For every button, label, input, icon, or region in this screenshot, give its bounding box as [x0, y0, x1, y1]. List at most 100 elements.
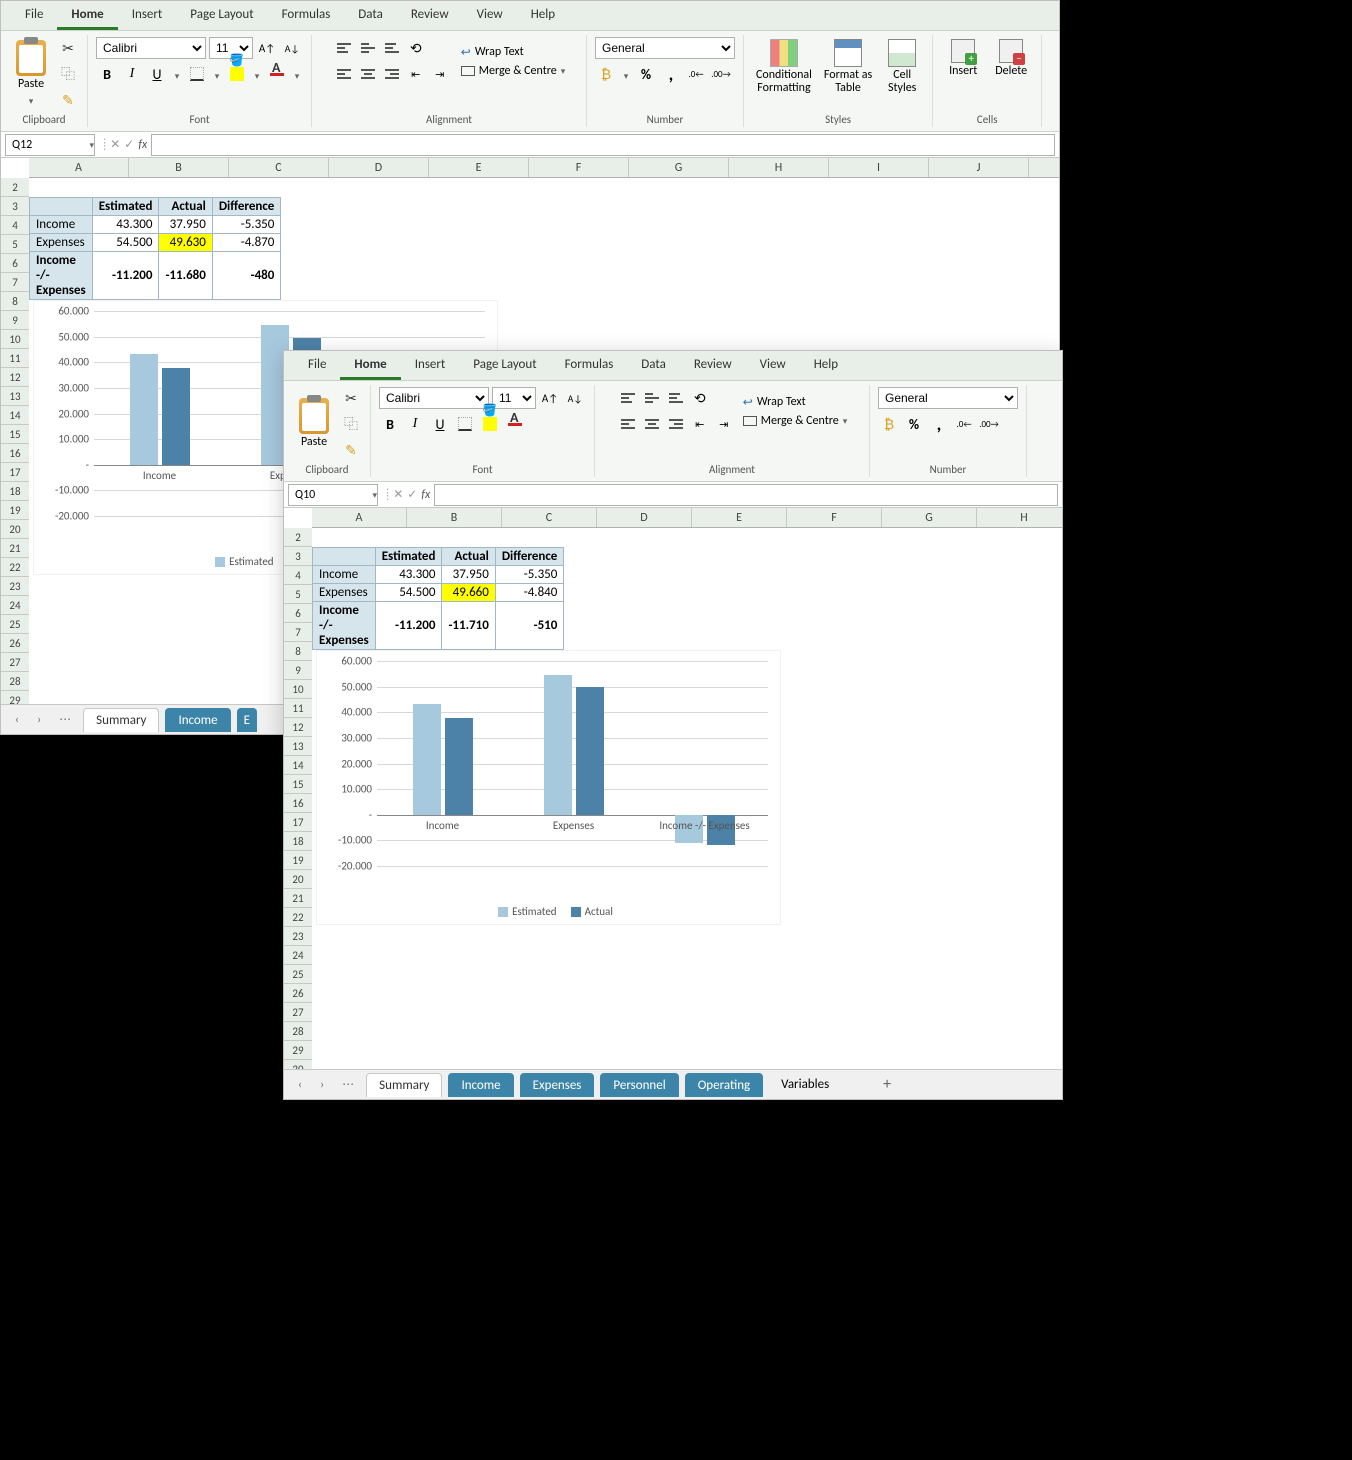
column-header[interactable]: A	[312, 508, 407, 527]
bold-button[interactable]	[96, 63, 118, 85]
row-header[interactable]: 6	[284, 604, 312, 623]
tab-nav-menu[interactable]	[53, 710, 77, 729]
row-header[interactable]: 30	[284, 1060, 312, 1069]
menu-formulas[interactable]: Formulas	[268, 1, 345, 30]
align-right-button[interactable]	[381, 63, 403, 85]
name-box[interactable]: Q12	[5, 134, 95, 156]
number-format-select[interactable]: General	[878, 387, 1018, 409]
formula-input[interactable]	[151, 134, 1055, 156]
paste-button[interactable]: Paste	[9, 38, 53, 109]
chevron-down-icon[interactable]	[255, 66, 260, 83]
row-header[interactable]: 20	[1, 520, 29, 539]
menu-home[interactable]: Home	[57, 1, 117, 30]
number-format-select[interactable]: General	[595, 37, 735, 59]
format-painter-button[interactable]	[57, 89, 79, 111]
increase-font-button[interactable]	[539, 387, 561, 409]
border-button[interactable]	[186, 63, 208, 85]
orientation-button[interactable]: ⟲	[689, 387, 711, 409]
table-cell[interactable]: -11.680	[159, 252, 212, 300]
row-header[interactable]: 27	[1, 653, 29, 672]
underline-button[interactable]	[146, 63, 168, 85]
column-header[interactable]: K	[1029, 158, 1059, 177]
row-header[interactable]: 5	[284, 585, 312, 604]
row-header[interactable]: 14	[1, 406, 29, 425]
decrease-font-button[interactable]	[564, 387, 586, 409]
italic-button[interactable]	[121, 63, 143, 85]
row-header[interactable]: 26	[1, 634, 29, 653]
decrease-indent-button[interactable]	[689, 413, 711, 435]
menu-file[interactable]: File	[294, 351, 340, 380]
row-header[interactable]: 14	[284, 756, 312, 775]
formula-input[interactable]	[434, 484, 1058, 506]
row-header[interactable]: 5	[1, 235, 29, 254]
row-header[interactable]: 25	[1, 615, 29, 634]
row-header[interactable]: 23	[284, 927, 312, 946]
row-header[interactable]: 24	[1, 596, 29, 615]
row-header[interactable]: 27	[284, 1003, 312, 1022]
table-cell[interactable]: -480	[212, 252, 281, 300]
bold-button[interactable]	[379, 413, 401, 435]
row-header[interactable]: 18	[1, 482, 29, 501]
row-header[interactable]: 13	[1, 387, 29, 406]
menu-review[interactable]: Review	[680, 351, 746, 380]
align-middle-button[interactable]	[641, 387, 663, 409]
delete-cells-button[interactable]: Delete	[989, 37, 1033, 80]
row-header[interactable]: 10	[1, 330, 29, 349]
chevron-down-icon[interactable]	[624, 66, 629, 83]
align-top-button[interactable]	[333, 37, 355, 59]
column-header[interactable]: C	[502, 508, 597, 527]
column-header[interactable]: F	[529, 158, 629, 177]
row-header[interactable]: 7	[1, 273, 29, 292]
chevron-down-icon[interactable]	[295, 66, 300, 83]
menu-page-layout[interactable]: Page Layout	[459, 351, 550, 380]
comma-button[interactable]	[928, 413, 950, 435]
menu-data[interactable]: Data	[627, 351, 680, 380]
row-header[interactable]: 11	[1, 349, 29, 368]
decrease-indent-button[interactable]	[405, 63, 427, 85]
sheet-tab-income[interactable]: Income	[165, 708, 230, 732]
column-header[interactable]: D	[329, 158, 429, 177]
chevron-down-icon[interactable]	[215, 66, 220, 83]
row-header[interactable]: 17	[284, 813, 312, 832]
column-header[interactable]: H	[729, 158, 829, 177]
menu-help[interactable]: Help	[800, 351, 852, 380]
table-cell[interactable]: 49.630	[159, 234, 212, 252]
row-header[interactable]: 3	[284, 547, 312, 566]
table-cell[interactable]: -11.200	[92, 252, 159, 300]
tab-nav-prev[interactable]: ‹	[292, 1076, 308, 1094]
decrease-decimal-button[interactable]	[685, 63, 707, 85]
column-header[interactable]: C	[229, 158, 329, 177]
align-left-button[interactable]	[333, 63, 355, 85]
row-header[interactable]: 2	[284, 528, 312, 547]
font-name-select[interactable]: Calibri	[96, 37, 206, 59]
row-header[interactable]: 16	[1, 444, 29, 463]
table-cell[interactable]: 43.300	[375, 566, 442, 584]
font-size-select[interactable]: 11	[492, 387, 536, 409]
row-header[interactable]: 12	[1, 368, 29, 387]
row-header[interactable]: 4	[1, 216, 29, 235]
row-header[interactable]: 28	[284, 1022, 312, 1041]
table-cell[interactable]: -11.710	[442, 602, 495, 650]
tab-nav-next[interactable]: ›	[314, 1076, 330, 1094]
menu-insert[interactable]: Insert	[401, 351, 460, 380]
row-header[interactable]: 2	[1, 178, 29, 197]
table-cell[interactable]: 54.500	[92, 234, 159, 252]
align-middle-button[interactable]	[357, 37, 379, 59]
copy-button[interactable]	[340, 413, 362, 435]
row-header[interactable]: 15	[284, 775, 312, 794]
align-right-button[interactable]	[665, 413, 687, 435]
row-header[interactable]: 13	[284, 737, 312, 756]
tab-nav-next[interactable]: ›	[31, 711, 47, 729]
row-header[interactable]: 26	[284, 984, 312, 1003]
table-cell[interactable]: 37.950	[442, 566, 495, 584]
wrap-text-button[interactable]: Wrap Text	[461, 45, 566, 60]
table-cell[interactable]: -510	[495, 602, 564, 650]
accept-icon[interactable]	[407, 487, 417, 502]
cut-button[interactable]	[57, 37, 79, 59]
tab-nav-menu[interactable]	[336, 1075, 360, 1094]
row-header[interactable]: 8	[284, 642, 312, 661]
row-header[interactable]: 25	[284, 965, 312, 984]
align-left-button[interactable]	[617, 413, 639, 435]
row-header[interactable]: 11	[284, 699, 312, 718]
column-header[interactable]: E	[429, 158, 529, 177]
